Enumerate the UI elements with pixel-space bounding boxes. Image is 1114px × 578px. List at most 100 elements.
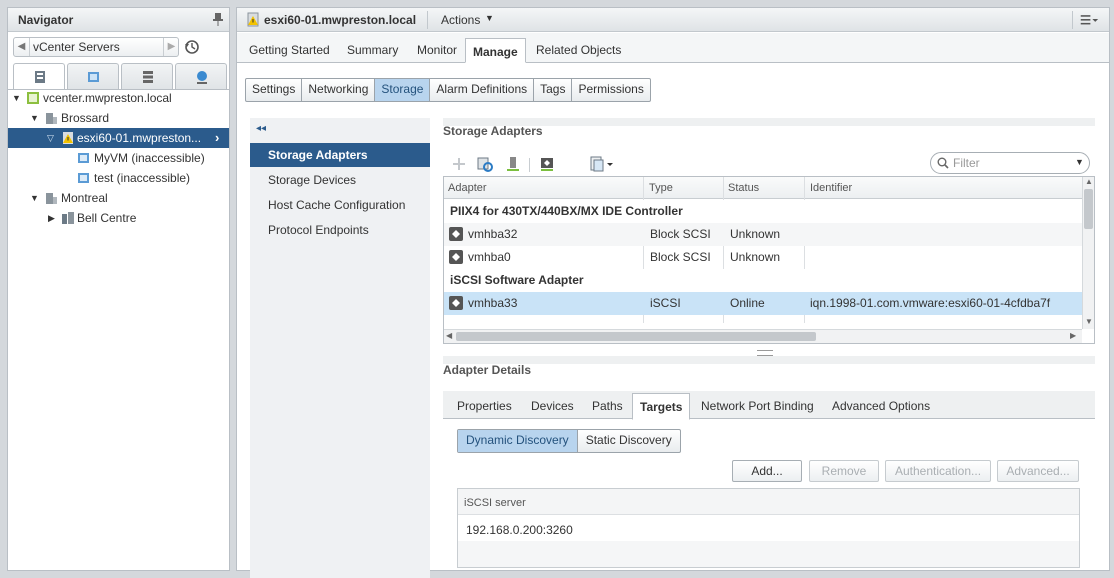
table-row[interactable]: vmhba33 iSCSI Online iqn.1998-01.com.vmw…: [444, 292, 1082, 315]
expand-down-icon[interactable]: ▼: [30, 108, 40, 128]
tab-advanced-options[interactable]: Advanced Options: [832, 399, 930, 413]
dynamic-discovery-button[interactable]: Dynamic Discovery: [458, 430, 577, 452]
vertical-scrollbar[interactable]: ▲ ▼: [1082, 177, 1094, 329]
static-discovery-button[interactable]: Static Discovery: [576, 430, 680, 452]
expand-down-icon[interactable]: ▼: [12, 88, 22, 108]
scroll-thumb[interactable]: [1084, 189, 1093, 229]
header-divider: [427, 11, 428, 29]
tab-related-objects[interactable]: Related Objects: [536, 43, 621, 57]
collapse-icon[interactable]: ◂◂: [256, 123, 266, 134]
vms-templates-tab[interactable]: [67, 63, 119, 89]
subtab-networking[interactable]: Networking: [301, 79, 374, 101]
subtab-permissions[interactable]: Permissions: [571, 79, 649, 101]
scroll-left-icon[interactable]: ◀: [446, 331, 452, 340]
filter-placeholder[interactable]: Filter: [953, 156, 980, 170]
table-row[interactable]: vmhba0 Block SCSI Unknown: [444, 246, 1082, 269]
column-identifier[interactable]: Identifier: [810, 182, 852, 194]
back-arrow-icon[interactable]: ◀: [14, 38, 30, 56]
scroll-right-icon[interactable]: ▶: [1070, 331, 1076, 340]
forward-arrow-icon[interactable]: ▶: [163, 38, 179, 56]
subtab-storage[interactable]: Storage: [374, 79, 430, 101]
tab-properties[interactable]: Properties: [457, 399, 512, 413]
history-icon[interactable]: [184, 39, 200, 55]
tab-network-port-binding[interactable]: Network Port Binding: [701, 399, 814, 413]
nav-protocol-endpoints[interactable]: Protocol Endpoints: [250, 218, 430, 242]
tree-label[interactable]: vcenter.mwpreston.local: [43, 88, 172, 108]
nav-storage-devices[interactable]: Storage Devices: [250, 168, 430, 192]
tree-item-test[interactable]: test (inaccessible): [8, 168, 229, 188]
expand-down-icon[interactable]: ▼: [30, 188, 40, 208]
adapter-type: Block SCSI: [650, 227, 711, 241]
subtab-settings[interactable]: Settings: [246, 79, 301, 101]
expand-down-icon[interactable]: ▽: [47, 128, 57, 148]
tree-label[interactable]: MyVM (inaccessible): [94, 148, 205, 168]
horizontal-scrollbar[interactable]: ◀ ▶: [444, 329, 1082, 343]
menu-icon[interactable]: [1072, 11, 1102, 29]
tab-getting-started[interactable]: Getting Started: [249, 43, 330, 57]
rescan-adapter-icon[interactable]: [505, 156, 521, 172]
tree-item-myvm[interactable]: MyVM (inaccessible): [8, 148, 229, 168]
storage-tab[interactable]: [121, 63, 173, 89]
scroll-up-icon[interactable]: ▲: [1085, 177, 1093, 186]
networking-tab[interactable]: [175, 63, 227, 89]
subtab-tags[interactable]: Tags: [533, 79, 571, 101]
tree-label[interactable]: Montreal: [61, 188, 108, 208]
empty-row: [458, 541, 1079, 567]
hosts-clusters-tab[interactable]: [13, 63, 65, 90]
adapter-status: Online: [730, 296, 765, 310]
chevron-right-icon[interactable]: ›: [215, 128, 219, 148]
add-icon[interactable]: [451, 156, 467, 172]
vm-icon: [78, 173, 89, 183]
rescan-icon[interactable]: [477, 156, 493, 172]
tree-item-vcenter[interactable]: ▼ vcenter.mwpreston.local: [8, 88, 229, 108]
group-name: PIIX4 for 430TX/440BX/MX IDE Controller: [450, 204, 683, 218]
column-iscsi-server[interactable]: iSCSI server: [464, 497, 526, 509]
adapter-icon: [449, 227, 463, 241]
more-actions-icon[interactable]: [589, 156, 615, 172]
column-type[interactable]: Type: [649, 182, 673, 194]
tree-item-brossard[interactable]: ▼ Brossard: [8, 108, 229, 128]
adapter-status: Unknown: [730, 227, 781, 241]
column-status[interactable]: Status: [728, 182, 759, 194]
tab-devices[interactable]: Devices: [531, 399, 574, 413]
table-row[interactable]: vmhba32 Block SCSI Unknown: [444, 223, 1082, 246]
filter-input[interactable]: Filter ▼: [930, 152, 1090, 174]
navigator-tabs: [13, 63, 227, 90]
tab-summary[interactable]: Summary: [347, 43, 398, 57]
tab-manage[interactable]: Manage: [465, 38, 526, 63]
pin-icon[interactable]: [212, 12, 224, 26]
tab-targets[interactable]: Targets: [632, 393, 691, 420]
vm-icon: [78, 153, 89, 163]
adapter-identifier: iqn.1998-01.com.vmware:esxi60-01-4cfdba7…: [810, 296, 1051, 310]
expand-right-icon[interactable]: ▶: [48, 208, 58, 228]
caret-down-icon[interactable]: ▼: [485, 13, 494, 23]
tree-label[interactable]: Brossard: [61, 108, 109, 128]
scroll-down-icon[interactable]: ▼: [1085, 317, 1093, 326]
advanced-button[interactable]: Advanced...: [997, 460, 1079, 482]
scroll-thumb[interactable]: [456, 332, 816, 341]
actions-menu[interactable]: Actions: [441, 13, 480, 27]
subtab-alarm-definitions[interactable]: Alarm Definitions: [429, 79, 533, 101]
tab-paths[interactable]: Paths: [592, 399, 623, 413]
tree-item-host[interactable]: ▽ esxi60-01.mwpreston... ›: [8, 128, 229, 148]
adapter-details-tabs: Properties Devices Paths Targets Network…: [443, 391, 1095, 420]
tree-label[interactable]: test (inaccessible): [94, 168, 190, 188]
nav-storage-adapters[interactable]: Storage Adapters: [250, 143, 430, 167]
add-button[interactable]: Add...: [732, 460, 802, 482]
iscsi-server-header: iSCSI server: [458, 489, 1079, 515]
tree-item-bell-centre[interactable]: ▶ Bell Centre: [8, 208, 229, 228]
tab-monitor[interactable]: Monitor: [417, 43, 457, 57]
tree-label[interactable]: esxi60-01.mwpreston...: [77, 128, 201, 148]
column-adapter[interactable]: Adapter: [448, 182, 487, 194]
remove-button[interactable]: Remove: [809, 460, 879, 482]
authentication-button[interactable]: Authentication...: [885, 460, 991, 482]
tree-label[interactable]: Bell Centre: [77, 208, 136, 228]
breadcrumb-label[interactable]: vCenter Servers: [33, 40, 120, 54]
adapter-properties-icon[interactable]: [539, 156, 555, 172]
manage-subtabs: Settings Networking Storage Alarm Defini…: [245, 78, 651, 102]
tree-item-montreal[interactable]: ▼ Montreal: [8, 188, 229, 208]
nav-host-cache-configuration[interactable]: Host Cache Configuration: [250, 193, 430, 217]
iscsi-server-row[interactable]: 192.168.0.200:3260: [466, 523, 573, 537]
breadcrumb[interactable]: ◀ vCenter Servers ▶: [13, 37, 179, 57]
caret-down-icon[interactable]: ▼: [1075, 157, 1084, 167]
